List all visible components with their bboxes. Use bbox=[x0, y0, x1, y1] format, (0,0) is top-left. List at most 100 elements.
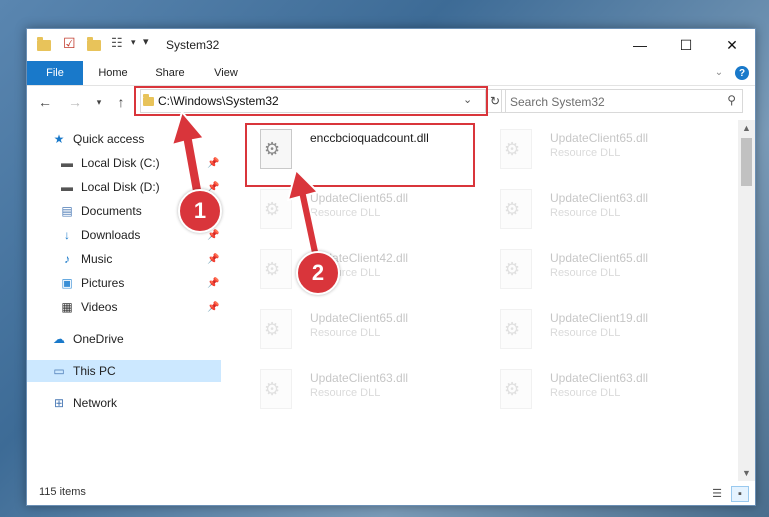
up-arrow-icon[interactable]: ↑ bbox=[111, 92, 131, 112]
gear-icon: ⚙ bbox=[504, 139, 521, 159]
file-name: UpdateClient63.dll bbox=[310, 371, 409, 385]
file-name: UpdateClient19.dll bbox=[550, 311, 649, 325]
file-tile[interactable]: ⚙ UpdateClient19.dll Resource DLL bbox=[486, 303, 712, 359]
gear-icon: ⚙ bbox=[264, 319, 281, 339]
tab-file[interactable]: File bbox=[27, 61, 83, 85]
scroll-up-icon[interactable]: ▲ bbox=[738, 120, 755, 136]
sidebar-item-label: Pictures bbox=[81, 276, 125, 290]
sidebar-item-label: Documents bbox=[81, 204, 142, 218]
refresh-icon: ↻ bbox=[489, 94, 501, 108]
help-icon[interactable]: ? bbox=[735, 66, 749, 80]
cloud-icon: ☁ bbox=[53, 332, 65, 346]
tab-share[interactable]: Share bbox=[145, 61, 195, 85]
ribbon-tabs: File Home Share View ⌄ ? bbox=[27, 61, 755, 86]
sidebar-item-label: Downloads bbox=[81, 228, 141, 242]
search-box[interactable]: ⚲ bbox=[501, 89, 743, 113]
scrollbar-thumb[interactable] bbox=[741, 138, 752, 186]
gear-icon: ⚙ bbox=[504, 199, 521, 219]
sidebar-item-this-pc[interactable]: ▭ This PC bbox=[27, 360, 221, 382]
pin-icon[interactable]: 📌 bbox=[207, 230, 219, 241]
file-highlight bbox=[245, 123, 475, 187]
pictures-icon: ▣ bbox=[61, 276, 73, 290]
forward-arrow-icon[interactable]: → bbox=[65, 92, 85, 112]
tab-view[interactable]: View bbox=[203, 61, 249, 85]
music-icon: ♪ bbox=[64, 252, 70, 266]
maximize-button[interactable]: ☐ bbox=[663, 29, 709, 61]
minimize-button[interactable]: — bbox=[617, 29, 663, 61]
status-bar: 115 items ☰ ▪ bbox=[27, 482, 755, 505]
file-type: Resource DLL bbox=[310, 207, 381, 219]
window-title: System32 bbox=[166, 38, 220, 52]
dll-file-icon: ⚙ bbox=[260, 189, 292, 229]
customize-toolbar-icon[interactable]: ☷ bbox=[111, 35, 123, 51]
recent-locations-chevron-icon[interactable]: ▾ bbox=[89, 92, 109, 112]
pin-icon[interactable]: 📌 bbox=[207, 158, 219, 169]
file-tile[interactable]: ⚙ UpdateClient65.dll Resource DLL bbox=[486, 123, 712, 179]
gear-icon: ⚙ bbox=[264, 259, 281, 279]
star-icon: ★ bbox=[53, 132, 65, 146]
close-button[interactable]: ✕ bbox=[709, 29, 755, 61]
chevron-down-icon[interactable]: ⌄ bbox=[711, 61, 727, 85]
file-tile[interactable]: ⚙ UpdateClient65.dll Resource DLL bbox=[486, 243, 712, 299]
sidebar-item-label: Videos bbox=[81, 300, 118, 314]
chevron-down-icon[interactable]: ▾ bbox=[131, 37, 136, 53]
sidebar-item-pictures[interactable]: ▣ Pictures 📌 bbox=[27, 272, 221, 294]
file-name: UpdateClient63.dll bbox=[550, 371, 649, 385]
file-tile[interactable]: ⚙ UpdateClient65.dll Resource DLL bbox=[246, 303, 472, 359]
file-name: UpdateClient65.dll bbox=[550, 251, 649, 265]
vertical-scrollbar[interactable]: ▲ ▼ bbox=[738, 120, 755, 481]
dll-file-icon: ⚙ bbox=[260, 249, 292, 289]
dll-file-icon: ⚙ bbox=[500, 129, 532, 169]
file-type: Resource DLL bbox=[550, 147, 621, 159]
tab-home[interactable]: Home bbox=[87, 61, 139, 85]
file-type: Resource DLL bbox=[550, 327, 621, 339]
sidebar-item-network[interactable]: ⊞ Network bbox=[27, 392, 221, 414]
documents-icon: ▤ bbox=[61, 204, 73, 218]
drive-icon: ▬ bbox=[61, 156, 73, 170]
pin-icon[interactable]: 📌 bbox=[207, 254, 219, 265]
file-tile[interactable]: ⚙ UpdateClient63.dll Resource DLL bbox=[486, 363, 712, 419]
file-name: UpdateClient65.dll bbox=[310, 191, 409, 205]
properties-icon[interactable]: ☑ bbox=[63, 35, 76, 51]
dll-file-icon: ⚙ bbox=[500, 249, 532, 289]
file-type: Resource DLL bbox=[310, 327, 381, 339]
sidebar-item-label: Local Disk (C:) bbox=[81, 156, 160, 170]
scroll-down-icon[interactable]: ▼ bbox=[738, 465, 755, 481]
quick-access-dropdown-icon[interactable]: ▾ bbox=[143, 35, 149, 51]
file-tile[interactable]: ⚙ UpdateClient63.dll Resource DLL bbox=[486, 183, 712, 239]
network-icon: ⊞ bbox=[53, 396, 65, 410]
file-tile[interactable]: ⚙ UpdateClient42.dll Resource DLL bbox=[246, 243, 472, 299]
sidebar-item-local-disk-c[interactable]: ▬ Local Disk (C:) 📌 bbox=[27, 152, 221, 174]
sidebar-item-quick-access[interactable]: ★ Quick access bbox=[27, 128, 221, 150]
dll-file-icon: ⚙ bbox=[500, 369, 532, 409]
dll-file-icon: ⚙ bbox=[500, 189, 532, 229]
large-icons-view-icon[interactable]: ▪ bbox=[731, 486, 749, 502]
file-type: Resource DLL bbox=[550, 207, 621, 219]
details-view-icon[interactable]: ☰ bbox=[709, 486, 725, 500]
sidebar-item-videos[interactable]: ▦ Videos 📌 bbox=[27, 296, 221, 318]
address-bar-highlight bbox=[134, 86, 488, 116]
sidebar-item-label: This PC bbox=[73, 364, 116, 378]
title-bar: ☑ ☷ ▾ ▾ System32 — ☐ ✕ bbox=[27, 29, 755, 61]
search-input[interactable] bbox=[508, 93, 712, 110]
file-tile[interactable]: ⚙ UpdateClient63.dll Resource DLL bbox=[246, 363, 472, 419]
search-icon[interactable]: ⚲ bbox=[727, 93, 736, 107]
file-name: UpdateClient63.dll bbox=[550, 191, 649, 205]
sidebar-item-label: Music bbox=[81, 252, 113, 266]
sidebar-item-music[interactable]: ♪ Music 📌 bbox=[27, 248, 221, 270]
item-count: 115 items bbox=[39, 486, 86, 498]
file-type: Resource DLL bbox=[550, 267, 621, 279]
downloads-icon: ↓ bbox=[64, 228, 70, 242]
navigation-pane: ★ Quick access ▬ Local Disk (C:) 📌 ▬ Loc… bbox=[27, 126, 221, 481]
pin-icon[interactable]: 📌 bbox=[207, 278, 219, 289]
sidebar-item-label: Network bbox=[73, 396, 118, 410]
back-arrow-icon[interactable]: ← bbox=[35, 92, 55, 112]
file-name: UpdateClient65.dll bbox=[310, 311, 409, 325]
gear-icon: ⚙ bbox=[264, 379, 281, 399]
pin-icon[interactable]: 📌 bbox=[207, 302, 219, 313]
step-2-badge: 2 bbox=[296, 251, 340, 295]
file-tile[interactable]: ⚙ UpdateClient65.dll Resource DLL bbox=[246, 183, 472, 239]
gear-icon: ⚙ bbox=[264, 199, 281, 219]
drive-icon: ▬ bbox=[61, 180, 73, 194]
sidebar-item-onedrive[interactable]: ☁ OneDrive bbox=[27, 328, 221, 350]
